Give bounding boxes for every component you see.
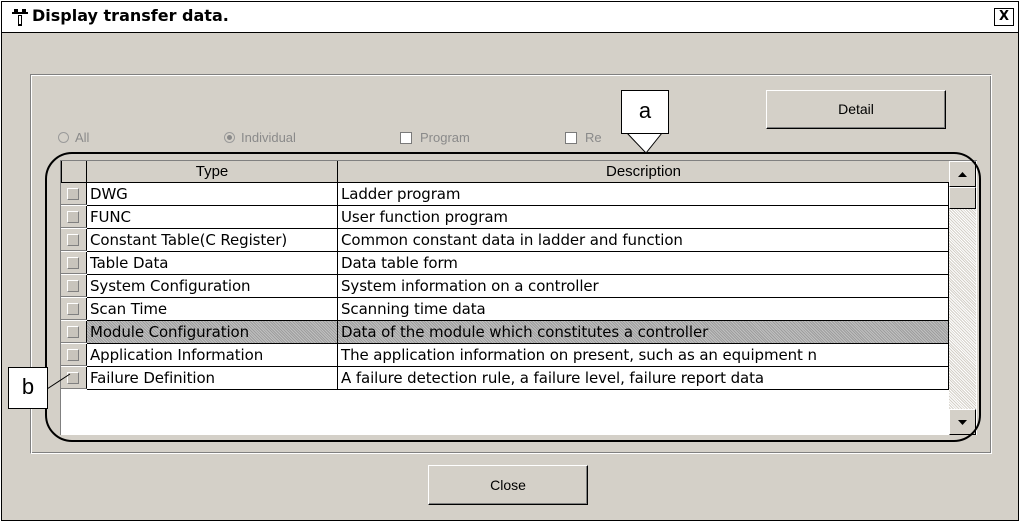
callout-b-pointer — [46, 373, 71, 390]
callout-b-label: b — [8, 367, 48, 409]
callout-a-pointer — [626, 132, 663, 154]
display-transfer-data-dialog: Display transfer data. X All Individual … — [1, 1, 1019, 521]
callout-a-outline — [45, 152, 981, 442]
annotation-overlay — [45, 132, 981, 442]
callout-a-label: a — [621, 90, 669, 134]
